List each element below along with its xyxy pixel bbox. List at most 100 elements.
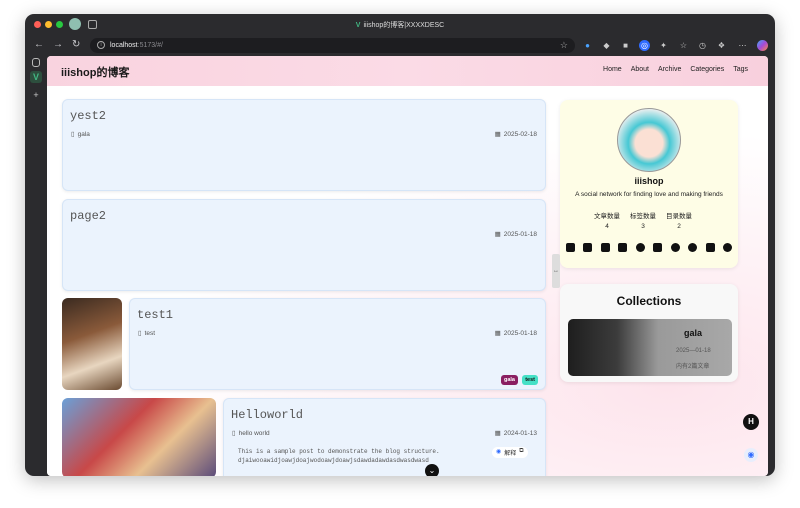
stat-label: 文章数量 [594, 213, 620, 220]
extension-a-icon[interactable]: ● [582, 40, 593, 51]
url-path: :5173/#/ [137, 42, 163, 49]
post-card[interactable]: Helloworld ▯ hello world ▦ 2024-01-13 This… [223, 398, 546, 476]
favorite-star-icon[interactable]: ☆ [560, 38, 568, 53]
nav-home[interactable]: Home [603, 66, 622, 73]
calendar-icon: ▦ [494, 131, 501, 138]
stat-value: 4 [605, 223, 609, 230]
post-title[interactable]: page2 [70, 209, 106, 223]
post-category[interactable]: ▯ test [138, 329, 156, 338]
assistant-icon[interactable]: H [743, 414, 759, 430]
scroll-down-icon[interactable]: ⌄ [425, 464, 439, 476]
post-card[interactable]: yest2 ▯ gala ▦ 2025-02-18 [62, 99, 546, 191]
book-icon: ▯ [232, 430, 236, 437]
nav-archive[interactable]: Archive [658, 66, 681, 73]
profile-bio: A social network for finding love and ma… [575, 191, 723, 198]
date-label: 2025-02-18 [503, 130, 537, 138]
post-date: ▦ 2025-02-18 [494, 130, 537, 139]
address-bar[interactable]: i localhost:5173/#/ ☆ [90, 38, 575, 53]
calendar-icon: ▦ [494, 330, 501, 337]
back-icon[interactable]: ← [34, 39, 44, 51]
tag-test[interactable]: test [522, 375, 538, 385]
linkedin-icon[interactable] [583, 243, 593, 252]
collections-card: Collections gala 2025—01-18 内有2篇文章 [560, 284, 738, 382]
twitch-icon[interactable] [705, 243, 715, 252]
more-menu-icon[interactable]: ⋯ [737, 40, 748, 51]
date-label: 2025-01-18 [503, 230, 537, 238]
forward-icon[interactable]: → [53, 39, 63, 51]
instagram-icon[interactable] [618, 243, 628, 252]
date-label: 2024-01-13 [503, 429, 537, 437]
post-card[interactable]: test1 ▯ test ▦ 2025-01-18 gala test [129, 298, 546, 390]
site-header: iiishop的博客 Home About Archive Categories… [47, 56, 768, 86]
site-brand[interactable]: iiishop的博客 [61, 64, 129, 80]
site-info-icon[interactable]: i [97, 41, 105, 49]
pinterest-icon[interactable] [670, 243, 680, 252]
excerpt-line: This is a sample post to demonstrate the… [238, 448, 440, 455]
collection-item[interactable]: gala 2025—01-18 内有2篇文章 [568, 319, 732, 376]
post-excerpt: This is a sample post to demonstrate the… [238, 447, 440, 465]
reload-icon[interactable]: ↻ [72, 39, 80, 51]
profile-name: iiishop [634, 176, 664, 186]
facebook-icon[interactable] [635, 243, 645, 252]
youtube-icon[interactable] [653, 243, 663, 252]
post-thumbnail[interactable] [62, 398, 216, 476]
url-host: localhost [110, 42, 138, 49]
collection-count: 内有2篇文章 [676, 364, 710, 370]
extension-b-icon[interactable]: ◆ [601, 40, 612, 51]
post-title[interactable]: Helloworld [231, 408, 303, 422]
translate-button[interactable]: ◉ 解释 ⧉ [492, 447, 528, 458]
vue-logo-icon: V [355, 22, 361, 29]
page-viewport: iiishop的博客 Home About Archive Categories… [47, 56, 768, 476]
post-category[interactable]: ▯ hello world [232, 429, 270, 438]
nav-categories[interactable]: Categories [690, 66, 724, 73]
panel-resize-handle[interactable]: ↔ [552, 254, 560, 288]
collections-title: Collections [616, 294, 682, 308]
favorites-icon[interactable]: ☆ [678, 40, 689, 51]
post-category[interactable]: ▯ gala [71, 130, 90, 139]
collections-icon[interactable]: ❖ [716, 40, 727, 51]
reddit-icon[interactable] [722, 243, 732, 252]
github-icon[interactable] [566, 243, 575, 252]
browser-window: Viiishop的博客|XXXXDESC ← → ↻ i localhost:5… [25, 14, 775, 476]
title-bar: Viiishop的博客|XXXXDESC [25, 14, 775, 36]
stat-tags: 标签数量 3 [630, 212, 656, 232]
tag-gala[interactable]: gala [500, 375, 518, 385]
translate-float-icon[interactable]: ◉ [744, 448, 758, 462]
twitter-icon[interactable] [600, 243, 610, 252]
stat-label: 标签数量 [630, 213, 656, 220]
copy-icon[interactable]: ⧉ [519, 448, 523, 457]
category-label: hello world [238, 429, 270, 437]
extensions-puzzle-icon[interactable]: ✦ [658, 40, 669, 51]
post-card[interactable]: page2 ▦ 2025-01-18 [62, 199, 546, 291]
post-title[interactable]: yest2 [70, 109, 106, 123]
post-title[interactable]: test1 [137, 308, 173, 322]
active-tab[interactable]: Viiishop的博客|XXXXDESC [25, 20, 775, 30]
post-date: ▦ 2025-01-18 [495, 230, 537, 239]
post-thumbnail[interactable] [62, 298, 122, 390]
new-tab-icon[interactable]: + [30, 89, 42, 101]
post-date: ▦ 2024-01-13 [494, 429, 537, 438]
profile-stats: 文章数量 4 标签数量 3 目录数量 2 [594, 212, 692, 232]
translate-label: 解释 [504, 451, 517, 457]
avatar[interactable] [617, 108, 681, 172]
copilot-icon[interactable] [757, 40, 768, 51]
steam-icon[interactable] [688, 243, 698, 252]
collection-name: gala [684, 328, 703, 338]
nav-about[interactable]: About [631, 66, 649, 73]
stat-value: 2 [677, 223, 681, 230]
book-icon: ▯ [138, 330, 142, 337]
calendar-icon: ▦ [494, 430, 501, 437]
sidebar-toggle-icon[interactable] [32, 58, 40, 67]
vue-tab-icon[interactable]: V [30, 71, 42, 83]
post-date: ▦ 2025-01-18 [494, 329, 537, 338]
profile-card: iiishop A social network for finding lov… [560, 100, 738, 268]
site-nav: Home About Archive Categories Tags [603, 66, 748, 73]
browser-toolbar: ← → ↻ i localhost:5173/#/ ☆ ● ◆ ■ ◎ ✦ ☆ … [25, 36, 775, 56]
social-links [566, 243, 732, 252]
history-icon[interactable]: ◷ [697, 40, 708, 51]
stat-categories: 目录数量 2 [666, 212, 692, 232]
extension-d-icon[interactable]: ◎ [639, 40, 650, 51]
category-label: test [144, 329, 156, 337]
extension-c-icon[interactable]: ■ [620, 40, 631, 51]
nav-tags[interactable]: Tags [733, 66, 748, 73]
